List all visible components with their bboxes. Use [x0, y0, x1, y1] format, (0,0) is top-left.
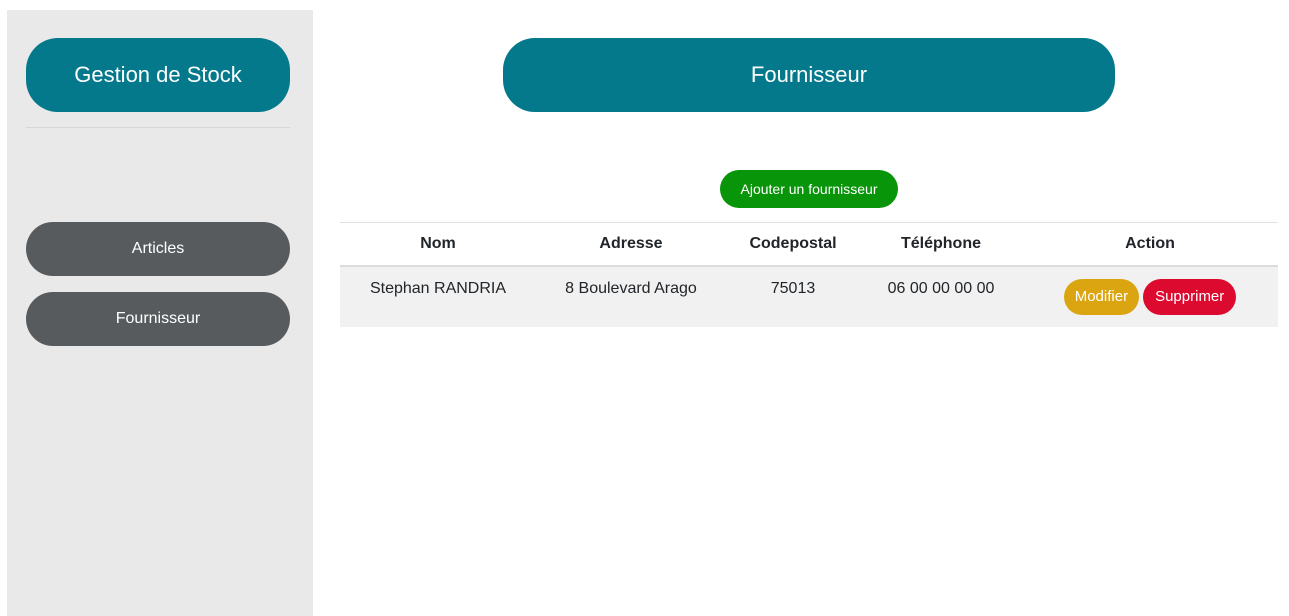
- column-header-telephone: Téléphone: [900, 234, 981, 252]
- sidebar: Gestion de Stock Articles Fournisseur: [7, 10, 313, 616]
- column-header-codepostal: Codepostal: [749, 234, 837, 252]
- sidebar-item-articles[interactable]: Articles: [26, 222, 290, 276]
- add-supplier-button[interactable]: Ajouter un fournisseur: [720, 170, 898, 208]
- cell-action: Modifier Supprimer: [1022, 266, 1278, 327]
- supplier-table-container: Nom Adresse Codepostal Téléphone Action …: [340, 222, 1278, 327]
- table-body: Stephan RANDRIA 8 Boulevard Arago 75013 …: [340, 265, 1278, 327]
- column-header-adresse: Adresse: [599, 234, 663, 252]
- action-buttons: Modifier Supprimer: [1022, 278, 1278, 315]
- page-title: Fournisseur: [503, 38, 1115, 112]
- table-header-row: Nom Adresse Codepostal Téléphone Action: [340, 222, 1278, 266]
- cell-adresse: 8 Boulevard Arago: [565, 279, 697, 297]
- cell-nom: Stephan RANDRIA: [369, 279, 507, 297]
- sidebar-divider: [26, 127, 290, 128]
- cell-codepostal: 75013: [770, 279, 816, 297]
- sidebar-item-fournisseur[interactable]: Fournisseur: [26, 292, 290, 346]
- brand-title: Gestion de Stock: [26, 38, 290, 112]
- table-row: Stephan RANDRIA 8 Boulevard Arago 75013 …: [340, 265, 1278, 327]
- cell-telephone: 06 00 00 00 00: [887, 279, 995, 297]
- delete-button[interactable]: Supprimer: [1143, 278, 1237, 315]
- column-header-action: Action: [1125, 234, 1175, 252]
- edit-button[interactable]: Modifier: [1063, 278, 1140, 315]
- table-header: Nom Adresse Codepostal Téléphone Action: [340, 222, 1278, 266]
- supplier-table: Nom Adresse Codepostal Téléphone Action …: [340, 222, 1278, 327]
- column-header-nom: Nom: [420, 234, 456, 252]
